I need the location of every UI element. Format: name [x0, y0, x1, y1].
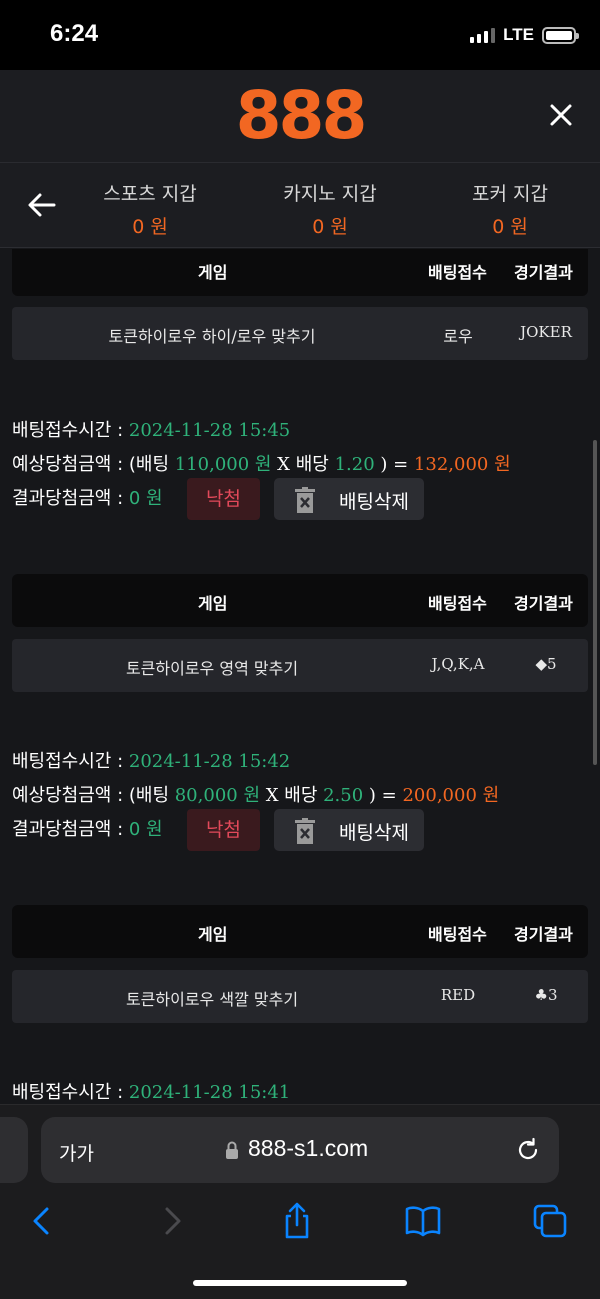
delete-bet-button[interactable]: 배팅삭제: [274, 478, 424, 520]
bet-time-label: 배팅접수시간 :: [12, 1082, 129, 1103]
game-result: ♣3: [534, 986, 558, 1004]
battery-icon: [542, 26, 579, 44]
header-result: 경기결과: [514, 925, 573, 944]
lock-icon: [226, 1141, 238, 1159]
wallet-label: 카지노 지갑: [283, 183, 377, 205]
header-result: 경기결과: [514, 263, 573, 282]
delete-bet-button[interactable]: 배팅삭제: [274, 809, 424, 851]
odds-value: 2.50: [323, 785, 364, 806]
result-amount: 0 원: [128, 819, 163, 840]
result-label: 결과당첨금액 :: [12, 488, 129, 509]
wallet-poker[interactable]: 포커 지갑 0 원: [425, 179, 595, 239]
expected-payout: 132,000 원: [413, 454, 511, 475]
forward-icon[interactable]: [152, 1201, 192, 1241]
scrollbar[interactable]: [593, 440, 597, 765]
expected-label: 예상당첨금액 : (배팅: [12, 454, 175, 475]
odds-label: X 배당: [271, 454, 335, 475]
bet-pick: RED: [440, 986, 476, 1004]
equals-sign: ) =: [374, 454, 414, 475]
lose-status-badge: 낙첨: [187, 478, 260, 520]
bookmarks-icon[interactable]: [403, 1201, 443, 1241]
bet-time-line: 배팅접수시간 : 2024-11-28 15:41: [12, 1078, 290, 1104]
status-indicators: LTE: [470, 25, 579, 45]
tabs-icon[interactable]: [530, 1201, 570, 1241]
wallet-sports[interactable]: 스포츠 지갑 0 원: [65, 179, 235, 239]
site-header: 888: [0, 70, 600, 163]
bet-time-line: 배팅접수시간 : 2024-11-28 15:42: [12, 747, 290, 773]
result-amount: 0 원: [128, 488, 163, 509]
signal-icon: [470, 27, 496, 43]
header-bet: 배팅접수: [428, 925, 487, 944]
result-win-line: 결과당첨금액 : 0 원: [12, 484, 163, 510]
expected-win-line: 예상당첨금액 : (배팅 110,000 원 X 배당 1.20 ) = 132…: [12, 450, 511, 476]
game-name: 토큰하이로우 하이/로우 맞추기: [108, 327, 316, 346]
table-row: 토큰하이로우 하이/로우 맞추기 로우 JOKER: [12, 307, 588, 360]
wallet-bar: 스포츠 지갑 0 원 카지노 지갑 0 원 포커 지갑 0 원: [0, 163, 600, 248]
status-bar: 6:24 LTE: [0, 0, 600, 70]
wallet-label: 스포츠 지갑: [103, 183, 197, 205]
close-icon[interactable]: [546, 100, 576, 130]
bet-amount: 80,000 원: [174, 785, 260, 806]
bet-amount: 110,000 원: [174, 454, 272, 475]
bet-time: 2024-11-28 15:42: [128, 751, 291, 772]
bet-history-list[interactable]: 게임 배팅접수 경기결과 토큰하이로우 하이/로우 맞추기 로우 JOKER 배…: [0, 249, 600, 1104]
browser-toolbar: 가가 888-s1.com: [0, 1104, 600, 1299]
status-time: 6:24: [50, 20, 99, 47]
home-indicator[interactable]: [193, 1280, 407, 1286]
share-icon[interactable]: [277, 1201, 317, 1241]
back-icon[interactable]: [22, 1201, 62, 1241]
trash-icon: [295, 487, 315, 513]
bet-pick: 로우: [443, 327, 473, 346]
header-game: 게임: [198, 263, 228, 282]
result-label: 결과당첨금액 :: [12, 819, 129, 840]
reload-icon[interactable]: [515, 1137, 541, 1163]
odds-label: X 배당: [260, 785, 324, 806]
game-name: 토큰하이로우 색깔 맞추기: [125, 990, 299, 1009]
table-header-row: 게임 배팅접수 경기결과: [12, 905, 588, 958]
logo[interactable]: 888: [0, 78, 600, 154]
bet-time: 2024-11-28 15:45: [128, 420, 291, 441]
table-row: 토큰하이로우 색깔 맞추기 RED ♣3: [12, 970, 588, 1023]
network-label: LTE: [503, 25, 534, 44]
header-game: 게임: [198, 925, 228, 944]
back-arrow-icon[interactable]: [24, 187, 60, 223]
wallet-amount: 0 원: [132, 216, 168, 238]
bet-time-line: 배팅접수시간 : 2024-11-28 15:45: [12, 416, 290, 442]
wallet-label: 포커 지갑: [472, 183, 548, 205]
header-bet: 배팅접수: [428, 594, 487, 613]
header-bet: 배팅접수: [428, 263, 487, 282]
expected-payout: 200,000 원: [402, 785, 500, 806]
game-result: ◆5: [535, 655, 557, 673]
delete-label: 배팅삭제: [339, 491, 409, 513]
wallet-amount: 0 원: [312, 216, 348, 238]
wallet-casino[interactable]: 카지노 지갑 0 원: [245, 179, 415, 239]
table-header-row: 게임 배팅접수 경기결과: [12, 249, 588, 296]
table-row: 토큰하이로우 영역 맞추기 J,Q,K,A ◆5: [12, 639, 588, 692]
reader-settings-button[interactable]: 가가: [59, 1139, 94, 1166]
bet-time-label: 배팅접수시간 :: [12, 751, 129, 772]
expected-win-line: 예상당첨금액 : (배팅 80,000 원 X 배당 2.50 ) = 200,…: [12, 781, 499, 807]
game-name: 토큰하이로우 영역 맞추기: [125, 659, 299, 678]
trash-icon: [295, 818, 315, 844]
bet-time-label: 배팅접수시간 :: [12, 420, 129, 441]
equals-sign: ) =: [363, 785, 403, 806]
bet-time: 2024-11-28 15:41: [128, 1082, 291, 1103]
address-bar[interactable]: 가가 888-s1.com: [41, 1117, 559, 1183]
wallet-amount: 0 원: [492, 216, 528, 238]
expected-label: 예상당첨금액 : (배팅: [12, 785, 175, 806]
header-game: 게임: [198, 594, 228, 613]
url-text: 888-s1.com: [248, 1135, 369, 1161]
header-result: 경기결과: [514, 594, 573, 613]
previous-tab[interactable]: [0, 1117, 28, 1183]
bet-pick: J,Q,K,A: [431, 655, 485, 673]
result-win-line: 결과당첨금액 : 0 원: [12, 815, 163, 841]
lose-status-badge: 낙첨: [187, 809, 260, 851]
odds-value: 1.20: [334, 454, 375, 475]
table-header-row: 게임 배팅접수 경기결과: [12, 574, 588, 627]
game-result: JOKER: [520, 323, 572, 341]
delete-label: 배팅삭제: [339, 822, 409, 844]
